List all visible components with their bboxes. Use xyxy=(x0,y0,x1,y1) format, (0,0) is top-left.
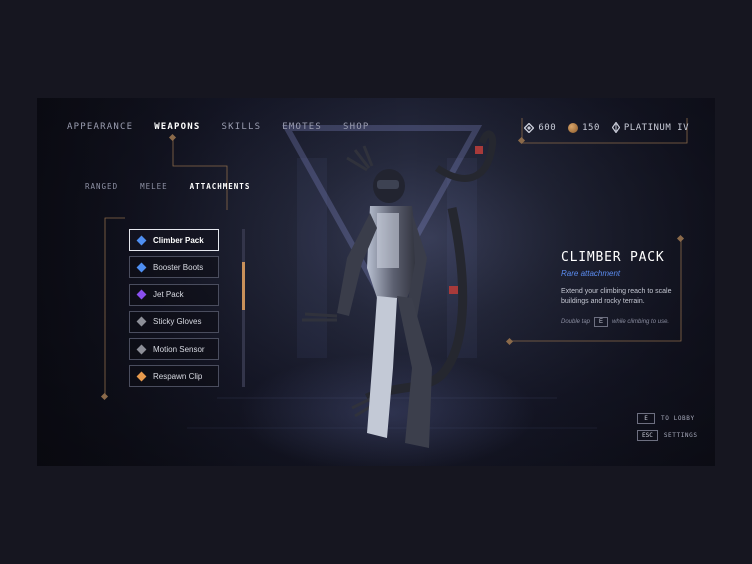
item-label: Climber Pack xyxy=(153,235,204,245)
list-item-sticky-gloves[interactable]: Sticky Gloves xyxy=(129,310,219,333)
shortcut-settings[interactable]: ESC SETTINGS xyxy=(637,430,698,441)
list-scrollbar[interactable] xyxy=(242,229,245,387)
rarity-diamond-icon xyxy=(136,371,147,382)
item-title: CLIMBER PACK xyxy=(561,250,665,265)
tab-emotes[interactable]: EMOTES xyxy=(282,122,322,132)
rarity-diamond-icon xyxy=(136,344,147,355)
gem-icon xyxy=(524,122,535,133)
item-label: Respawn Clip xyxy=(153,371,203,381)
item-detail-panel: CLIMBER PACK Rare attachment Extend your… xyxy=(561,250,691,327)
item-label: Booster Boots xyxy=(153,262,204,272)
rank-label: PLATINUM IV xyxy=(623,122,689,133)
rarity-diamond-icon xyxy=(136,235,147,245)
rank-display: PLATINUM IV xyxy=(611,122,689,133)
tab-appearance[interactable]: APPEARANCE xyxy=(67,122,133,132)
rarity-diamond-icon xyxy=(136,262,147,273)
rarity-diamond-icon xyxy=(136,289,147,300)
shortcut-key: ESC xyxy=(637,430,658,441)
hint-key: E xyxy=(594,317,609,327)
gems-amount: 600 xyxy=(538,122,557,133)
item-label: Jet Pack xyxy=(153,290,184,300)
coins-amount: 150 xyxy=(582,122,600,133)
item-label: Sticky Gloves xyxy=(153,317,202,327)
list-item-climber-pack[interactable]: Climber Pack xyxy=(129,229,219,251)
gems-counter: 600 xyxy=(524,122,557,133)
rarity-diamond-icon xyxy=(136,316,147,327)
scrollbar-thumb[interactable] xyxy=(242,262,245,310)
coin-icon xyxy=(568,122,579,133)
weapons-subnav: RANGED MELEE ATTACHMENTS xyxy=(85,182,250,191)
currency-bar: 600 150 PLATINUM IV xyxy=(524,122,689,133)
list-item-motion-sensor[interactable]: Motion Sensor xyxy=(129,338,219,361)
subtab-attachments[interactable]: ATTACHMENTS xyxy=(190,182,251,191)
list-item-respawn-clip[interactable]: Respawn Clip xyxy=(129,365,219,388)
shortcut-label: TO LOBBY xyxy=(661,415,695,422)
hint-before: Double tap xyxy=(561,319,591,325)
coins-counter: 150 xyxy=(568,122,600,133)
shortcut-key: E xyxy=(637,413,655,424)
shortcut-label: SETTINGS xyxy=(663,432,698,439)
tab-weapons[interactable]: WEAPONS xyxy=(154,122,200,132)
game-viewport: APPEARANCE WEAPONS SKILLS EMOTES SHOP 60… xyxy=(37,98,715,466)
item-description: Extend your climbing reach to scale buil… xyxy=(561,288,672,305)
tab-shop[interactable]: SHOP xyxy=(343,122,369,132)
shortcut-list: E TO LOBBY ESC SETTINGS xyxy=(637,413,698,447)
main-nav: APPEARANCE WEAPONS SKILLS EMOTES SHOP xyxy=(67,122,369,132)
shortcut-to-lobby[interactable]: E TO LOBBY xyxy=(637,413,698,424)
item-rarity: Rare attachment xyxy=(561,269,621,278)
subtab-melee[interactable]: MELEE xyxy=(140,182,168,191)
subtab-ranged[interactable]: RANGED xyxy=(85,182,118,191)
tab-skills[interactable]: SKILLS xyxy=(222,122,262,132)
item-label: Motion Sensor xyxy=(153,344,205,354)
hint-after: while climbing to use. xyxy=(612,319,670,325)
list-item-booster-boots[interactable]: Booster Boots xyxy=(129,256,219,279)
list-item-jet-pack[interactable]: Jet Pack xyxy=(129,283,219,306)
attachment-list: Climber Pack Booster Boots Jet Pack Stic… xyxy=(129,229,219,393)
rank-badge-icon xyxy=(611,122,620,133)
usage-hint: Double tap E while climbing to use. xyxy=(561,317,691,327)
